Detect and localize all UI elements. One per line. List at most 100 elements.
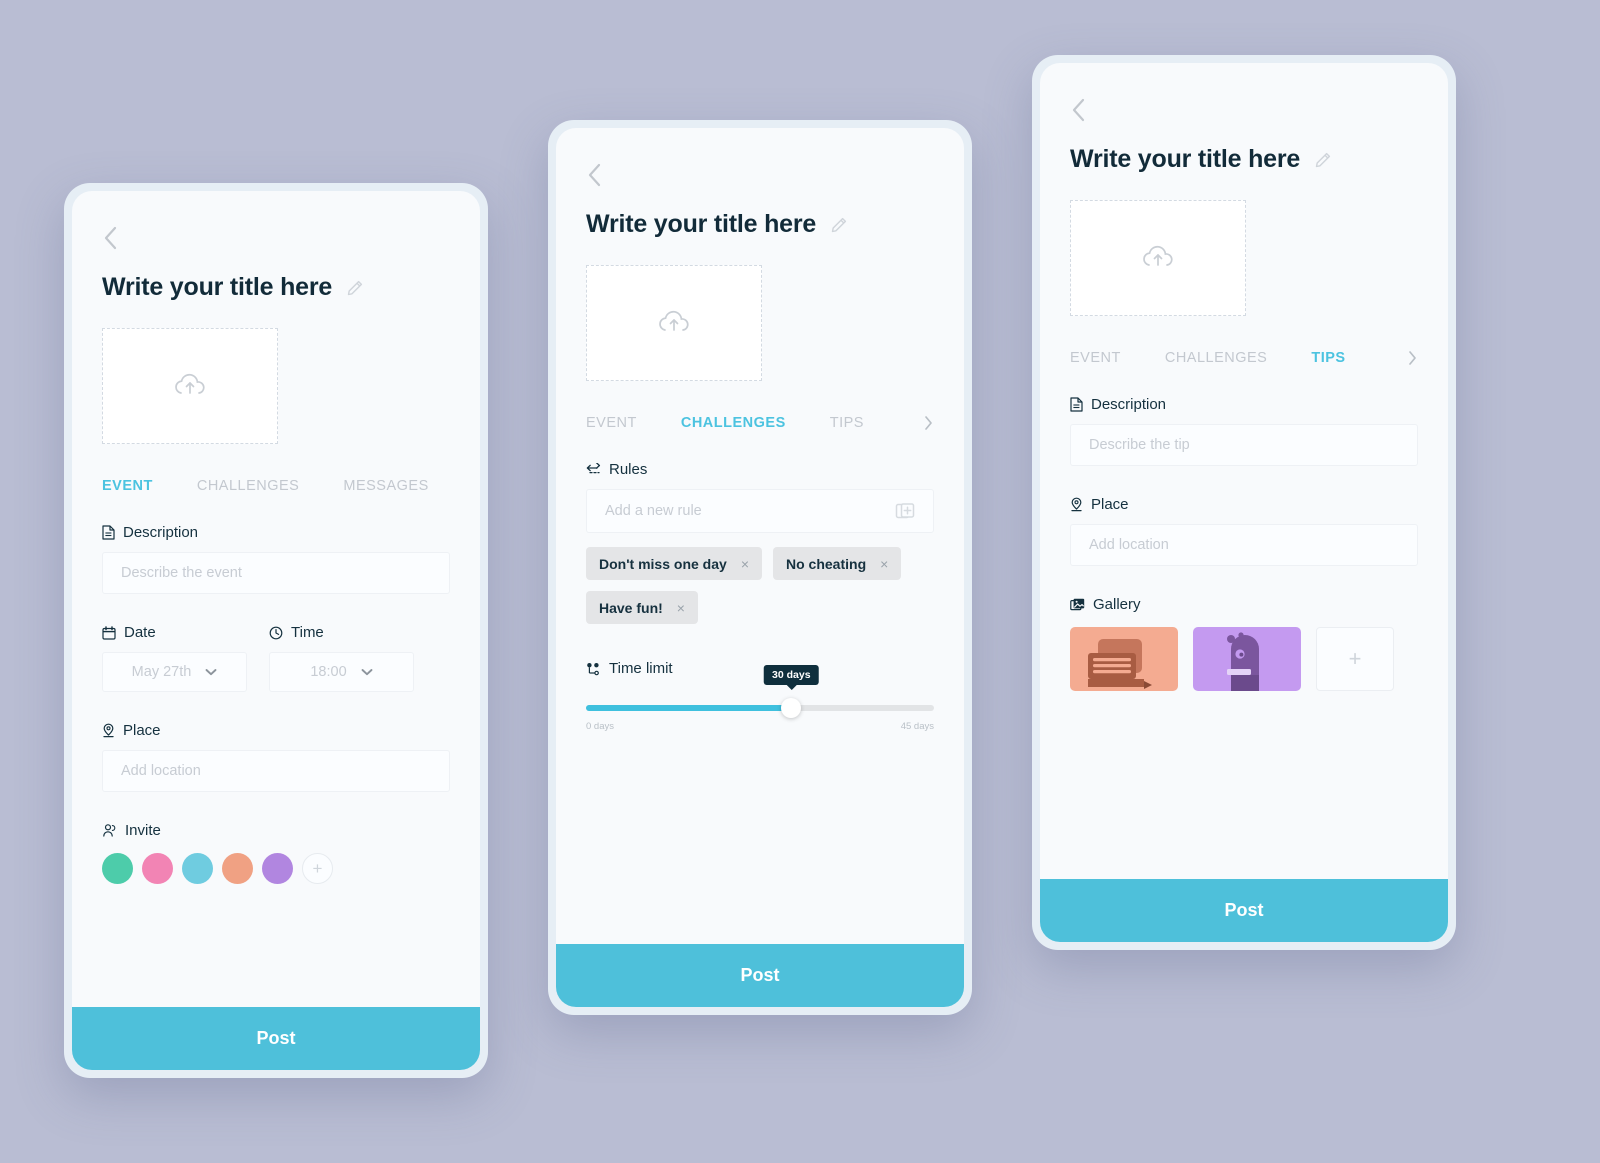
pencil-icon[interactable] [1314, 151, 1332, 169]
description-placeholder: Describe the event [121, 565, 242, 581]
image-upload-dropzone[interactable] [586, 265, 762, 381]
rules-label: Rules [586, 461, 934, 478]
description-label: Description [102, 524, 450, 541]
document-icon [1070, 397, 1083, 412]
pencil-icon[interactable] [346, 279, 364, 297]
thumbnail-sofa-illustration[interactable] [1070, 627, 1178, 691]
phone-mockup-challenges: Write your title here EVENT CHALLENGES T… [548, 120, 972, 1015]
rule-chip[interactable]: Have fun! × [586, 591, 698, 624]
tab-challenges[interactable]: CHALLENGES [1165, 350, 1268, 366]
pencil-icon[interactable] [830, 216, 848, 234]
description-input[interactable]: Describe the tip [1070, 424, 1418, 466]
screen-challenges: Write your title here EVENT CHALLENGES T… [556, 128, 964, 1007]
duplicate-plus-icon[interactable] [895, 501, 915, 521]
back-button[interactable] [72, 191, 480, 251]
tab-event[interactable]: EVENT [1070, 350, 1121, 366]
date-value: May 27th [131, 664, 192, 680]
rule-chip[interactable]: No cheating × [773, 547, 902, 580]
chevron-left-icon [104, 226, 117, 250]
thumbnail-character-illustration[interactable] [1193, 627, 1301, 691]
cloud-upload-icon [175, 373, 205, 394]
place-label: Place [1070, 496, 1418, 513]
place-label: Place [102, 722, 450, 739]
date-label: Date [102, 624, 247, 641]
close-icon[interactable]: × [741, 556, 749, 572]
time-field-group: Time 18:00 [269, 594, 414, 692]
description-label-text: Description [123, 524, 199, 541]
tab-event[interactable]: EVENT [102, 478, 153, 494]
cloud-upload-icon [1143, 245, 1173, 266]
place-input[interactable]: Add location [1070, 524, 1418, 566]
add-gallery-image-button[interactable]: + [1316, 627, 1394, 691]
image-upload-dropzone[interactable] [102, 328, 278, 444]
slider-thumb[interactable] [781, 698, 802, 718]
place-input[interactable]: Add location [102, 750, 450, 792]
rule-chip-label: Don't miss one day [599, 555, 727, 572]
screen-tips: Write your title here EVENT CHALLENGES T… [1040, 63, 1448, 942]
description-label-text: Description [1091, 396, 1167, 413]
rule-chip-label: No cheating [786, 555, 867, 572]
new-rule-placeholder: Add a new rule [605, 503, 702, 519]
title-row: Write your title here [72, 251, 480, 302]
screen-body-challenges: EVENT CHALLENGES TIPS Rules Add a new ru… [556, 239, 964, 944]
back-button[interactable] [1040, 63, 1448, 123]
page-title: Write your title here [1070, 145, 1301, 173]
tab-messages[interactable]: MESSAGES [343, 478, 428, 494]
slider-range-labels: 0 days 45 days [586, 721, 934, 732]
tabs-next-chevron-icon[interactable] [923, 415, 934, 431]
post-button[interactable]: Post [72, 1007, 480, 1070]
tab-bar-event: EVENT CHALLENGES MESSAGES [102, 478, 450, 494]
time-limit-slider[interactable]: 30 days 0 days 45 days [586, 665, 934, 741]
location-pin-icon [102, 723, 115, 738]
date-time-row: Date May 27th Time 18:00 [102, 594, 450, 692]
slider-value-tooltip: 30 days [764, 665, 819, 690]
photos-icon [1070, 598, 1085, 612]
avatar[interactable] [222, 853, 253, 884]
description-input[interactable]: Describe the event [102, 552, 450, 594]
avatar[interactable] [182, 853, 213, 884]
title-row: Write your title here [556, 188, 964, 239]
invite-label-text: Invite [125, 822, 161, 839]
place-placeholder: Add location [121, 763, 201, 779]
avatar[interactable] [262, 853, 293, 884]
close-icon[interactable]: × [880, 556, 888, 572]
time-limit-label-text: Time limit [609, 660, 673, 677]
rule-chip-label: Have fun! [599, 599, 663, 616]
place-placeholder: Add location [1089, 537, 1169, 553]
back-button[interactable] [556, 128, 964, 188]
slider-fill [586, 705, 792, 711]
tab-tips[interactable]: TIPS [1311, 350, 1345, 366]
avatar[interactable] [142, 853, 173, 884]
post-button[interactable]: Post [556, 944, 964, 1007]
new-rule-input[interactable]: Add a new rule [586, 489, 934, 533]
nodes-icon [586, 662, 601, 676]
place-label-text: Place [123, 722, 161, 739]
slider-max-label: 45 days [900, 721, 934, 732]
avatar[interactable] [102, 853, 133, 884]
tab-event[interactable]: EVENT [586, 415, 637, 431]
date-field-group: Date May 27th [102, 594, 247, 692]
time-label-text: Time [291, 624, 324, 641]
rules-label-text: Rules [609, 461, 648, 478]
close-icon[interactable]: × [677, 600, 685, 616]
description-placeholder: Describe the tip [1089, 437, 1190, 453]
phone-mockup-event: Write your title here EVENT CHALLENGES M… [64, 183, 488, 1078]
tab-challenges[interactable]: CHALLENGES [681, 415, 786, 431]
rule-chip[interactable]: Don't miss one day × [586, 547, 762, 580]
add-invitee-button[interactable]: + [302, 853, 333, 884]
date-label-text: Date [124, 624, 156, 641]
date-select[interactable]: May 27th [102, 652, 247, 692]
post-button[interactable]: Post [1040, 879, 1448, 942]
place-label-text: Place [1091, 496, 1129, 513]
page-title: Write your title here [102, 273, 333, 301]
time-select[interactable]: 18:00 [269, 652, 414, 692]
clock-icon [269, 626, 283, 640]
invite-label: Invite [102, 822, 450, 839]
tab-challenges[interactable]: CHALLENGES [197, 478, 300, 494]
description-label: Description [1070, 396, 1418, 413]
title-row: Write your title here [1040, 123, 1448, 174]
image-upload-dropzone[interactable] [1070, 200, 1246, 316]
tab-tips[interactable]: TIPS [830, 415, 864, 431]
tabs-next-chevron-icon[interactable] [1407, 350, 1418, 366]
time-value: 18:00 [310, 664, 347, 680]
